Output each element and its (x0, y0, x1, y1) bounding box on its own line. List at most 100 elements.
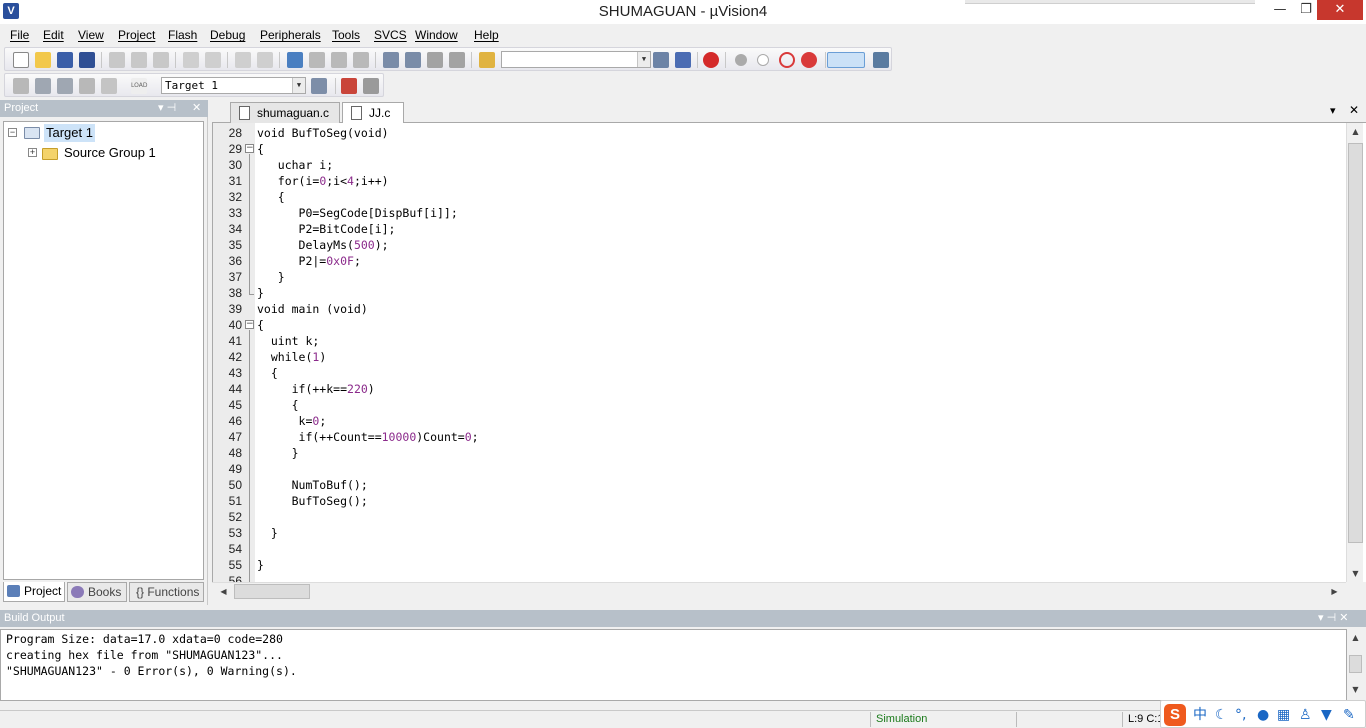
tab-functions[interactable]: {} Functions (129, 582, 204, 602)
window-layout-icon[interactable] (827, 52, 865, 68)
save-all-icon[interactable] (79, 52, 95, 68)
code-line[interactable]: 51 BufToSeg(); (213, 493, 1351, 509)
shirt-icon[interactable]: ▼ (1321, 706, 1332, 724)
undo-icon[interactable] (183, 52, 199, 68)
close-tab-icon[interactable]: ✕ (1349, 103, 1359, 117)
save-icon[interactable] (57, 52, 73, 68)
tab-menu-icon[interactable]: ▾ (1330, 104, 1336, 117)
sogou-logo-icon[interactable]: S (1164, 704, 1186, 726)
scroll-thumb[interactable] (1348, 143, 1363, 543)
menu-view[interactable]: View (78, 28, 104, 42)
menu-peripherals[interactable]: Peripherals (260, 28, 321, 42)
wrench-icon[interactable]: ✎ (1343, 706, 1355, 724)
code-line[interactable]: 49 (213, 461, 1351, 477)
prev-bookmark-icon[interactable] (309, 52, 325, 68)
code-line[interactable]: 48 } (213, 445, 1351, 461)
code-line[interactable]: 38} (213, 285, 1351, 301)
scroll-right-icon[interactable]: ▶ (1326, 583, 1343, 600)
find-icon[interactable] (653, 52, 669, 68)
menu-tools[interactable]: Tools (332, 28, 360, 42)
target-select[interactable]: Target 1 ▼ (161, 77, 306, 94)
code-line[interactable]: 35 DelayMs(500); (213, 237, 1351, 253)
collapse-icon[interactable]: − (8, 128, 17, 137)
code-line[interactable]: 29 { (213, 141, 1351, 157)
menu-window[interactable]: Window (415, 28, 458, 42)
tree-item-source-group[interactable]: + Source Group 1 (28, 144, 198, 162)
scroll-down-icon[interactable]: ▼ (1347, 681, 1364, 698)
manage-components-icon[interactable] (341, 78, 357, 94)
batch-build-icon[interactable] (79, 78, 95, 94)
close-window-button[interactable]: ✕ (1317, 0, 1363, 20)
breakpoint-icon[interactable] (735, 54, 747, 66)
code-line[interactable]: 44 if(++k==220) (213, 381, 1351, 397)
menu-file[interactable]: File (10, 28, 29, 42)
uncomment-icon[interactable] (449, 52, 465, 68)
download-load-icon[interactable]: LOAD (131, 78, 147, 94)
nav-forward-icon[interactable] (257, 52, 273, 68)
build-output-text[interactable]: Program Size: data=17.0 xdata=0 code=280… (0, 629, 1347, 701)
chevron-down-icon[interactable]: ▼ (637, 52, 650, 67)
editor-horizontal-scrollbar[interactable]: ◀ ▶ (212, 582, 1346, 599)
code-line[interactable]: 32 { (213, 189, 1351, 205)
stop-build-icon[interactable] (101, 78, 117, 94)
editor-vertical-scrollbar[interactable]: ▲ ▼ (1346, 123, 1363, 582)
tab-project[interactable]: Project (3, 582, 65, 602)
translate-icon[interactable] (13, 78, 29, 94)
indent-icon[interactable] (383, 52, 399, 68)
menu-project[interactable]: Project (118, 28, 155, 42)
user-icon[interactable]: ♙ (1299, 706, 1312, 724)
tab-books[interactable]: Books (67, 582, 127, 602)
code-line[interactable]: 54 (213, 541, 1351, 557)
moon-icon[interactable]: ☾ (1215, 706, 1228, 724)
code-line[interactable]: 43 { (213, 365, 1351, 381)
expand-icon[interactable]: + (28, 148, 37, 157)
next-bookmark-icon[interactable] (331, 52, 347, 68)
code-line[interactable]: 41 uint k; (213, 333, 1351, 349)
incremental-find-icon[interactable] (675, 52, 691, 68)
ime-toolbar[interactable]: S 中 ☾ °, ● ▦ ♙ ▼ ✎ (1160, 700, 1366, 728)
code-line[interactable]: 45 { (213, 397, 1351, 413)
tab-jj-c[interactable]: JJ.c (342, 102, 404, 124)
redo-icon[interactable] (205, 52, 221, 68)
tab-shumaguan-c[interactable]: shumaguan.c (230, 102, 340, 123)
scroll-left-icon[interactable]: ◀ (215, 583, 232, 600)
punctuation-icon[interactable]: °, (1235, 706, 1246, 724)
nav-back-icon[interactable] (235, 52, 251, 68)
code-line[interactable]: 53 } (213, 525, 1351, 541)
disable-all-breakpoints-icon[interactable] (779, 52, 795, 68)
code-line[interactable]: 36 P2|=0x0F; (213, 253, 1351, 269)
code-line[interactable]: 50 NumToBuf(); (213, 477, 1351, 493)
fold-collapse-icon[interactable]: − (245, 320, 254, 329)
rebuild-icon[interactable] (57, 78, 73, 94)
debug-session-icon[interactable] (703, 52, 719, 68)
menu-svcs[interactable]: SVCS (374, 28, 407, 42)
code-line[interactable]: 56 (213, 573, 1351, 582)
find-combo[interactable]: ▼ (501, 51, 651, 68)
maximize-button[interactable]: ❐ (1292, 0, 1320, 20)
new-file-icon[interactable] (13, 52, 29, 68)
code-line[interactable]: 28 void BufToSeg(void) (213, 125, 1351, 141)
chevron-down-icon[interactable]: ▼ (292, 78, 305, 93)
copy-icon[interactable] (131, 52, 147, 68)
build-panel-controls[interactable]: ▾ ⊣ ✕ (1318, 610, 1348, 627)
pin-icon[interactable]: ▾ ⊣ (158, 100, 176, 117)
multi-project-icon[interactable] (363, 78, 379, 94)
find-in-files-icon[interactable] (479, 52, 495, 68)
kill-all-breakpoints-icon[interactable] (801, 52, 817, 68)
code-line[interactable]: 55} (213, 557, 1351, 573)
target-options-icon[interactable] (311, 78, 327, 94)
code-line[interactable]: 52 (213, 509, 1351, 525)
code-line[interactable]: 31 for(i=0;i<4;i++) (213, 173, 1351, 189)
close-panel-icon[interactable]: ✕ (192, 100, 201, 117)
scroll-thumb[interactable] (1349, 655, 1362, 673)
fold-collapse-icon[interactable]: − (245, 144, 254, 153)
code-line[interactable]: 39 void main (void) (213, 301, 1351, 317)
chinese-mode-icon[interactable]: 中 (1193, 706, 1207, 724)
code-line[interactable]: 46 k=0; (213, 413, 1351, 429)
code-line[interactable]: 47 if(++Count==10000)Count=0; (213, 429, 1351, 445)
comment-icon[interactable] (427, 52, 443, 68)
code-editor[interactable]: 28 void BufToSeg(void) 29{30 uchar i; 31 fo… (212, 123, 1366, 582)
build-icon[interactable] (35, 78, 51, 94)
bookmark-icon[interactable] (287, 52, 303, 68)
paste-icon[interactable] (153, 52, 169, 68)
